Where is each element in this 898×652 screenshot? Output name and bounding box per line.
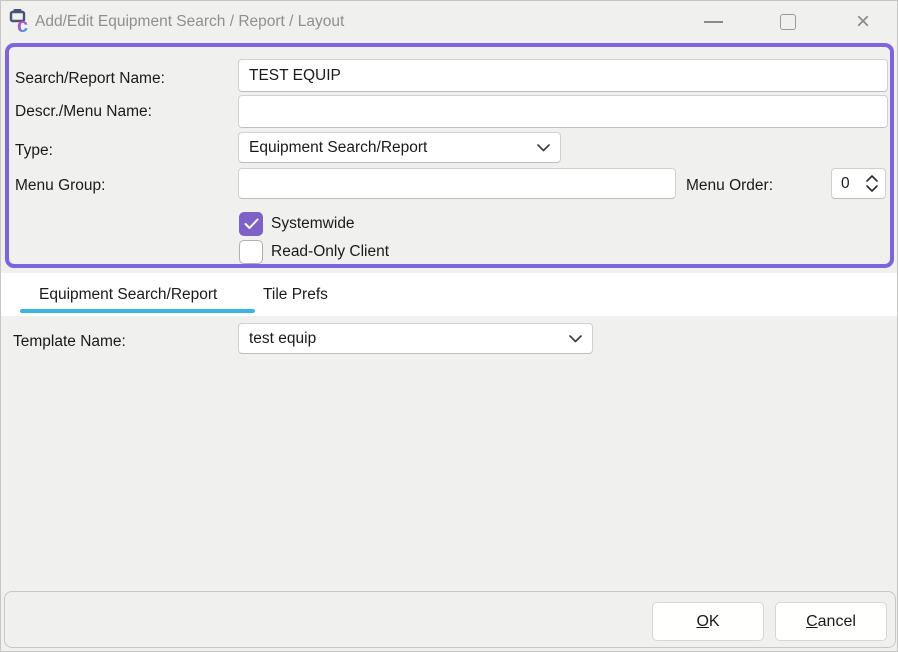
search-report-name-label: Search/Report Name:: [15, 70, 165, 88]
minimize-icon: [704, 21, 723, 23]
minimize-button[interactable]: [698, 7, 728, 37]
maximize-button[interactable]: [773, 7, 803, 37]
tab-label: Equipment Search/Report: [39, 286, 217, 304]
tab-tile-prefs[interactable]: Tile Prefs: [263, 273, 328, 316]
menu-group-input[interactable]: [238, 168, 676, 199]
search-report-name-input[interactable]: [238, 59, 888, 92]
tab-label: Tile Prefs: [263, 286, 328, 304]
menu-group-label: Menu Group:: [15, 177, 105, 195]
ok-button[interactable]: OK: [652, 602, 764, 641]
tab-bar: Equipment Search/Report Tile Prefs: [1, 273, 897, 316]
close-button[interactable]: ×: [848, 7, 878, 37]
readonly-client-label: Read-Only Client: [271, 243, 389, 261]
chevron-down-icon: [569, 335, 582, 343]
readonly-client-checkbox[interactable]: [239, 240, 263, 264]
type-select[interactable]: Equipment Search/Report: [238, 132, 561, 163]
descr-menu-name-label: Descr./Menu Name:: [15, 103, 152, 121]
systemwide-label: Systemwide: [271, 215, 355, 233]
titlebar: c Add/Edit Equipment Search / Report / L…: [1, 1, 897, 43]
template-name-value: test equip: [249, 330, 563, 348]
check-icon: [244, 218, 259, 230]
maximize-icon: [780, 14, 796, 30]
chevron-down-icon: [537, 144, 550, 152]
type-label: Type:: [15, 142, 53, 160]
menu-order-label: Menu Order:: [686, 177, 773, 195]
type-select-value: Equipment Search/Report: [249, 139, 531, 157]
app-icon: c: [9, 8, 36, 35]
dialog-window: c Add/Edit Equipment Search / Report / L…: [0, 0, 898, 652]
template-name-label: Template Name:: [13, 333, 126, 351]
active-tab-indicator: [20, 309, 255, 313]
template-name-select[interactable]: test equip: [238, 323, 593, 354]
menu-order-stepper[interactable]: 0: [831, 168, 886, 199]
stepper-up-down-icon[interactable]: [865, 174, 879, 193]
descr-menu-name-input[interactable]: [238, 95, 888, 128]
cancel-button[interactable]: Cancel: [775, 602, 887, 641]
menu-order-value: 0: [841, 175, 865, 193]
window-title: Add/Edit Equipment Search / Report / Lay…: [35, 1, 344, 43]
systemwide-checkbox[interactable]: [239, 212, 263, 236]
close-icon: ×: [856, 10, 870, 34]
svg-text:c: c: [17, 15, 28, 35]
